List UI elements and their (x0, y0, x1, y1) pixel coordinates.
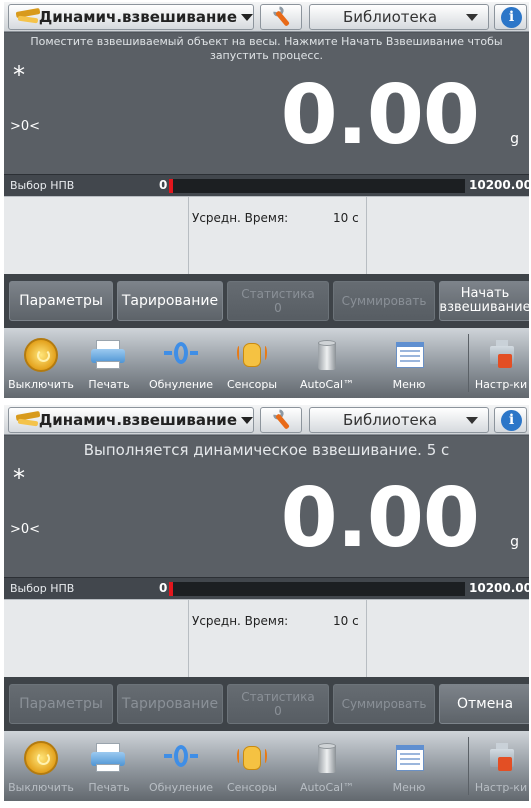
capacity-bar: Выбор НПВ 0 10200.00 (4, 577, 529, 599)
capacity-label: Выбор НПВ (10, 179, 75, 192)
stability-indicator: * (13, 61, 25, 89)
power-icon (24, 338, 58, 372)
nav-sensors[interactable]: Сенсоры (219, 731, 285, 801)
zero-icon (164, 741, 198, 775)
reference-fields: Усредн. Время: 10 c (4, 196, 529, 275)
sensor-hand-icon (235, 338, 269, 372)
info-icon: i (501, 7, 522, 28)
softkey-bar: Параметры Тарирование Статистика 0 Суммир… (4, 274, 529, 328)
nav-menu[interactable]: Меню (376, 731, 442, 801)
avg-time-value: 10 c (333, 614, 359, 628)
parameters-button[interactable]: Параметры (9, 684, 113, 724)
nav-setup[interactable]: Настр-ки (468, 328, 529, 398)
reference-fields: Усредн. Время: 10 c (4, 599, 529, 678)
autocal-weight-icon (310, 338, 344, 372)
nav-zero[interactable]: Обнуление (148, 731, 214, 801)
tools-button[interactable] (260, 4, 302, 30)
application-label: Динамич.взвешивание (38, 8, 237, 26)
capacity-min: 0 (159, 178, 168, 192)
avg-time-value: 10 c (333, 211, 359, 225)
info-button[interactable]: i (494, 4, 527, 30)
balance-screen-weighing: Динамич.взвешивание Библиотека i Выполня… (4, 405, 529, 801)
tare-button[interactable]: Тарирование (117, 281, 223, 321)
nav-print[interactable]: Печать (76, 731, 142, 801)
start-weighing-button[interactable]: Начать взвешивание (439, 281, 529, 321)
capacity-min: 0 (159, 581, 168, 595)
accumulate-button[interactable]: Суммировать (333, 281, 435, 321)
scale-app-icon (13, 6, 41, 28)
menu-icon (392, 741, 426, 775)
accumulate-button[interactable]: Суммировать (333, 684, 435, 724)
nav-print[interactable]: Печать (76, 328, 142, 398)
balance-screen-idle: Динамич.взвешивание Библиотека i Помести… (4, 2, 529, 398)
top-bar: Динамич.взвешивание Библиотека i (4, 2, 529, 32)
nav-autocal[interactable]: AutoCal™ (294, 731, 360, 801)
capacity-label: Выбор НПВ (10, 582, 75, 595)
nav-menu[interactable]: Меню (376, 328, 442, 398)
chevron-down-icon (466, 14, 478, 21)
weight-readout: 0.00 (280, 471, 480, 566)
capacity-max: 10200.00 (469, 581, 529, 595)
bottom-nav: Выключить Печать Обнуление Сенсоры AutoC… (4, 328, 529, 398)
parameters-button[interactable]: Параметры (9, 281, 113, 321)
nav-sensors[interactable]: Сенсоры (219, 328, 285, 398)
unit-label[interactable]: g (510, 534, 519, 550)
printer-icon (89, 741, 129, 775)
center-zero-indicator: >0< (10, 522, 41, 537)
info-icon: i (501, 410, 522, 431)
setup-icon (484, 338, 518, 372)
chevron-down-icon (241, 13, 253, 21)
library-selector[interactable]: Библиотека (309, 4, 489, 30)
weighing-display: Поместите взвешиваемый объект на весы. Н… (4, 33, 529, 174)
capacity-bar: Выбор НПВ 0 10200.00 (4, 174, 529, 196)
library-selector[interactable]: Библиотека (309, 407, 489, 433)
softkey-bar: Параметры Тарирование Статистика 0 Суммир… (4, 677, 529, 731)
stability-indicator: * (13, 464, 25, 492)
library-label: Библиотека (342, 8, 438, 26)
statistics-button[interactable]: Статистика 0 (227, 684, 329, 724)
capacity-fill (169, 179, 173, 193)
capacity-track (169, 582, 465, 596)
library-label: Библиотека (342, 411, 438, 429)
zero-icon (164, 338, 198, 372)
tare-button[interactable]: Тарирование (117, 684, 223, 724)
menu-icon (392, 338, 426, 372)
chevron-down-icon (241, 416, 253, 424)
power-icon (24, 741, 58, 775)
nav-autocal[interactable]: AutoCal™ (294, 328, 360, 398)
setup-icon (484, 741, 518, 775)
application-selector[interactable]: Динамич.взвешивание (8, 4, 254, 30)
capacity-track (169, 179, 465, 193)
instruction-message: Поместите взвешиваемый объект на весы. Н… (30, 35, 503, 62)
tools-button[interactable] (260, 407, 302, 433)
application-label: Динамич.взвешивание (38, 411, 237, 429)
center-zero-indicator: >0< (10, 119, 41, 134)
status-message: Выполняется динамическое взвешивание. 5 … (83, 441, 450, 459)
avg-time-label: Усредн. Время: (192, 211, 289, 225)
weight-readout: 0.00 (280, 68, 480, 163)
chevron-down-icon (466, 417, 478, 424)
printer-icon (89, 338, 129, 372)
capacity-max: 10200.00 (469, 178, 529, 192)
sensor-hand-icon (235, 741, 269, 775)
info-button[interactable]: i (494, 407, 527, 433)
scale-app-icon (13, 409, 41, 431)
capacity-fill (169, 582, 173, 596)
nav-setup[interactable]: Настр-ки (468, 731, 529, 801)
nav-zero[interactable]: Обнуление (148, 328, 214, 398)
statistics-button[interactable]: Статистика 0 (227, 281, 329, 321)
weighing-display: Выполняется динамическое взвешивание. 5 … (4, 436, 529, 577)
autocal-weight-icon (310, 741, 344, 775)
nav-power-off[interactable]: Выключить (8, 731, 74, 801)
application-selector[interactable]: Динамич.взвешивание (8, 407, 254, 433)
cancel-button[interactable]: Отмена (439, 684, 529, 724)
nav-power-off[interactable]: Выключить (8, 328, 74, 398)
unit-label[interactable]: g (510, 131, 519, 147)
top-bar: Динамич.взвешивание Библиотека i (4, 405, 529, 435)
bottom-nav: Выключить Печать Обнуление Сенсоры AutoC… (4, 731, 529, 801)
avg-time-label: Усредн. Время: (192, 614, 289, 628)
